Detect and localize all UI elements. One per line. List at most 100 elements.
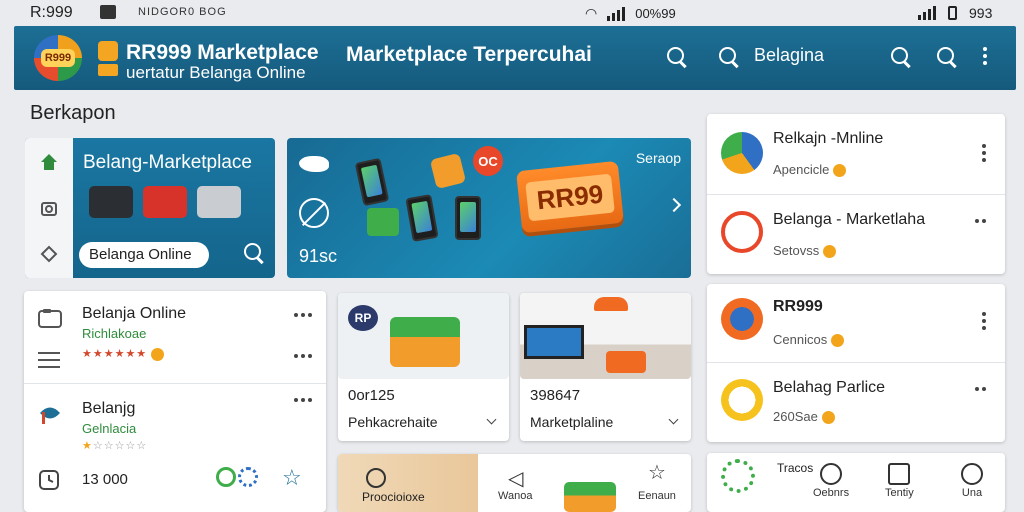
list-footer: 13 000 ☆ xyxy=(24,457,326,512)
list-item[interactable]: Belanja Online Richlakoae ★★★★★★ xyxy=(24,291,326,383)
coin-badge-icon xyxy=(821,411,835,425)
more-menu-icon[interactable] xyxy=(982,47,988,65)
product-badge: RP xyxy=(348,305,378,331)
subtitle-text: Setovss xyxy=(773,243,820,258)
app-title: RR999 Marketplace xyxy=(126,41,319,64)
monitor-icon xyxy=(524,325,584,359)
logo-text: R999 xyxy=(40,49,76,67)
footer-value: 13 000 xyxy=(82,471,128,488)
app-subtitle: uertatur Belanga Online xyxy=(126,63,306,82)
camera-icon[interactable] xyxy=(39,198,59,218)
package-icon xyxy=(429,152,467,190)
nav-item-label: Oebnrs xyxy=(813,487,850,499)
search-alt-icon[interactable] xyxy=(890,46,912,68)
more-menu-icon[interactable] xyxy=(981,312,987,330)
search-global-icon[interactable] xyxy=(936,46,958,68)
search-icon[interactable] xyxy=(666,46,688,68)
nav-item-tentiy[interactable]: Tentiy xyxy=(885,463,914,499)
tag-icon[interactable] xyxy=(39,244,59,264)
nav-item-label: Tentiy xyxy=(885,487,914,499)
app-bar: R999 RR999 Marketplace uertatur Belanga … xyxy=(14,26,1016,90)
subtitle-text: Apencicle xyxy=(773,162,830,177)
coin-badge-icon xyxy=(823,245,837,259)
signal-strength-icon xyxy=(918,6,936,20)
star-outline-icon[interactable]: ☆ xyxy=(648,460,666,485)
star-outline-icon[interactable]: ☆ xyxy=(282,465,302,491)
chevron-right-icon[interactable] xyxy=(666,197,682,213)
app-logo[interactable]: R999 xyxy=(34,35,82,81)
list-item-subtitle: Cennicos xyxy=(773,332,845,348)
product-image xyxy=(520,293,691,379)
rating-stars: ★★★★★★ xyxy=(82,347,165,361)
more-icon[interactable] xyxy=(294,354,312,358)
phone-icon xyxy=(405,194,439,242)
more-icon[interactable] xyxy=(294,398,312,402)
section-title: Berkapon xyxy=(30,102,116,124)
list-item-subtitle: Richlakoae xyxy=(82,326,147,341)
list-item[interactable]: Belahag Parlice 260Sae xyxy=(707,363,1005,442)
promo-left-search-pill[interactable]: Belanga Online xyxy=(79,242,209,268)
more-icon[interactable] xyxy=(294,313,312,317)
store-avatar-icon xyxy=(721,132,763,174)
promo-banner-right[interactable]: 91sc OC RR99 Seraop xyxy=(287,138,691,278)
promo-banner-left[interactable]: Belang-Marketplace Belanga Online xyxy=(25,138,275,278)
clock-icon xyxy=(39,470,59,490)
promo-right-subtext: 91sc xyxy=(299,246,338,266)
list-item-title: Belanjg xyxy=(82,400,136,417)
profile-icon xyxy=(961,463,983,485)
nav-item-una[interactable]: Una xyxy=(961,463,983,499)
subtitle-text: 260Sae xyxy=(773,409,818,424)
app-notification-icon xyxy=(100,5,116,19)
home-icon[interactable] xyxy=(39,152,59,172)
product-card[interactable]: RP 0or125 Pehkacrehaite xyxy=(338,293,509,441)
status-left-icons xyxy=(100,5,116,19)
nav-item-oebnrs[interactable]: Oebnrs xyxy=(813,463,849,499)
nav-item-label: Una xyxy=(961,487,983,499)
bottom-tile-label: Proocioioxe xyxy=(362,490,425,504)
promo-badge: OC xyxy=(473,146,503,176)
shop-icon xyxy=(98,41,118,61)
list-item-subtitle: Gelnlacia xyxy=(82,421,137,436)
battery-icon xyxy=(948,6,957,20)
right-list-card: RR999 Cennicos Belahag Parlice 260Sae xyxy=(707,284,1005,442)
send-icon[interactable]: ◁ xyxy=(508,466,523,491)
list-item-title: Belahag Parlice xyxy=(773,379,886,396)
shopping-cart-icon xyxy=(197,186,241,218)
list-icon xyxy=(38,352,60,368)
share-icon[interactable] xyxy=(216,467,236,487)
flower-icon[interactable] xyxy=(238,467,258,487)
nav-item-tracos[interactable] xyxy=(721,459,755,493)
more-icon[interactable] xyxy=(975,387,986,391)
search-field-icon[interactable] xyxy=(718,46,740,68)
chevron-down-icon[interactable] xyxy=(668,414,679,425)
rating-stars: ★☆☆☆☆☆ xyxy=(82,440,148,452)
list-item-title: Relkajn -Mnline xyxy=(773,130,884,147)
search-label[interactable]: Belagina xyxy=(754,45,824,66)
promo-search-icon[interactable] xyxy=(243,242,265,264)
nav-item-label: Tracos xyxy=(777,461,814,475)
list-item[interactable]: Relkajn -Mnline Apencicle xyxy=(707,114,1005,194)
left-list-card: Belanja Online Richlakoae ★★★★★★ Belanjg… xyxy=(24,291,326,512)
more-menu-icon[interactable] xyxy=(981,144,987,162)
basket-icon xyxy=(721,459,755,493)
lamp-icon xyxy=(594,297,628,311)
list-item-subtitle: Setovss xyxy=(773,243,837,259)
timer-icon[interactable] xyxy=(366,468,386,488)
status-time: R:999 xyxy=(30,4,73,21)
list-item[interactable]: RR999 Cennicos xyxy=(707,284,1005,362)
gift-icon xyxy=(143,186,187,218)
list-item[interactable]: Belanjg Gelnlacia ★☆☆☆☆☆ xyxy=(24,384,326,454)
info-icon xyxy=(820,463,843,485)
chevron-down-icon[interactable] xyxy=(486,414,497,425)
wifi-icon: ◠ xyxy=(585,5,598,21)
more-icon[interactable] xyxy=(975,219,986,223)
status-center: ◠ 00%99 xyxy=(585,5,676,22)
bottom-tile-label: Eenaun xyxy=(638,490,676,502)
list-item-title: Belanga - Marketlaha xyxy=(773,211,926,228)
status-notification-text: NIDGOR0 BOG xyxy=(138,6,227,18)
product-name: Marketplaline xyxy=(530,414,614,430)
list-item[interactable]: Belanga - Marketlaha Setovss xyxy=(707,195,1005,274)
promo-box: RR99 xyxy=(516,160,624,234)
bird-icon xyxy=(299,156,329,172)
product-card[interactable]: 398647 Marketplaline xyxy=(520,293,691,441)
